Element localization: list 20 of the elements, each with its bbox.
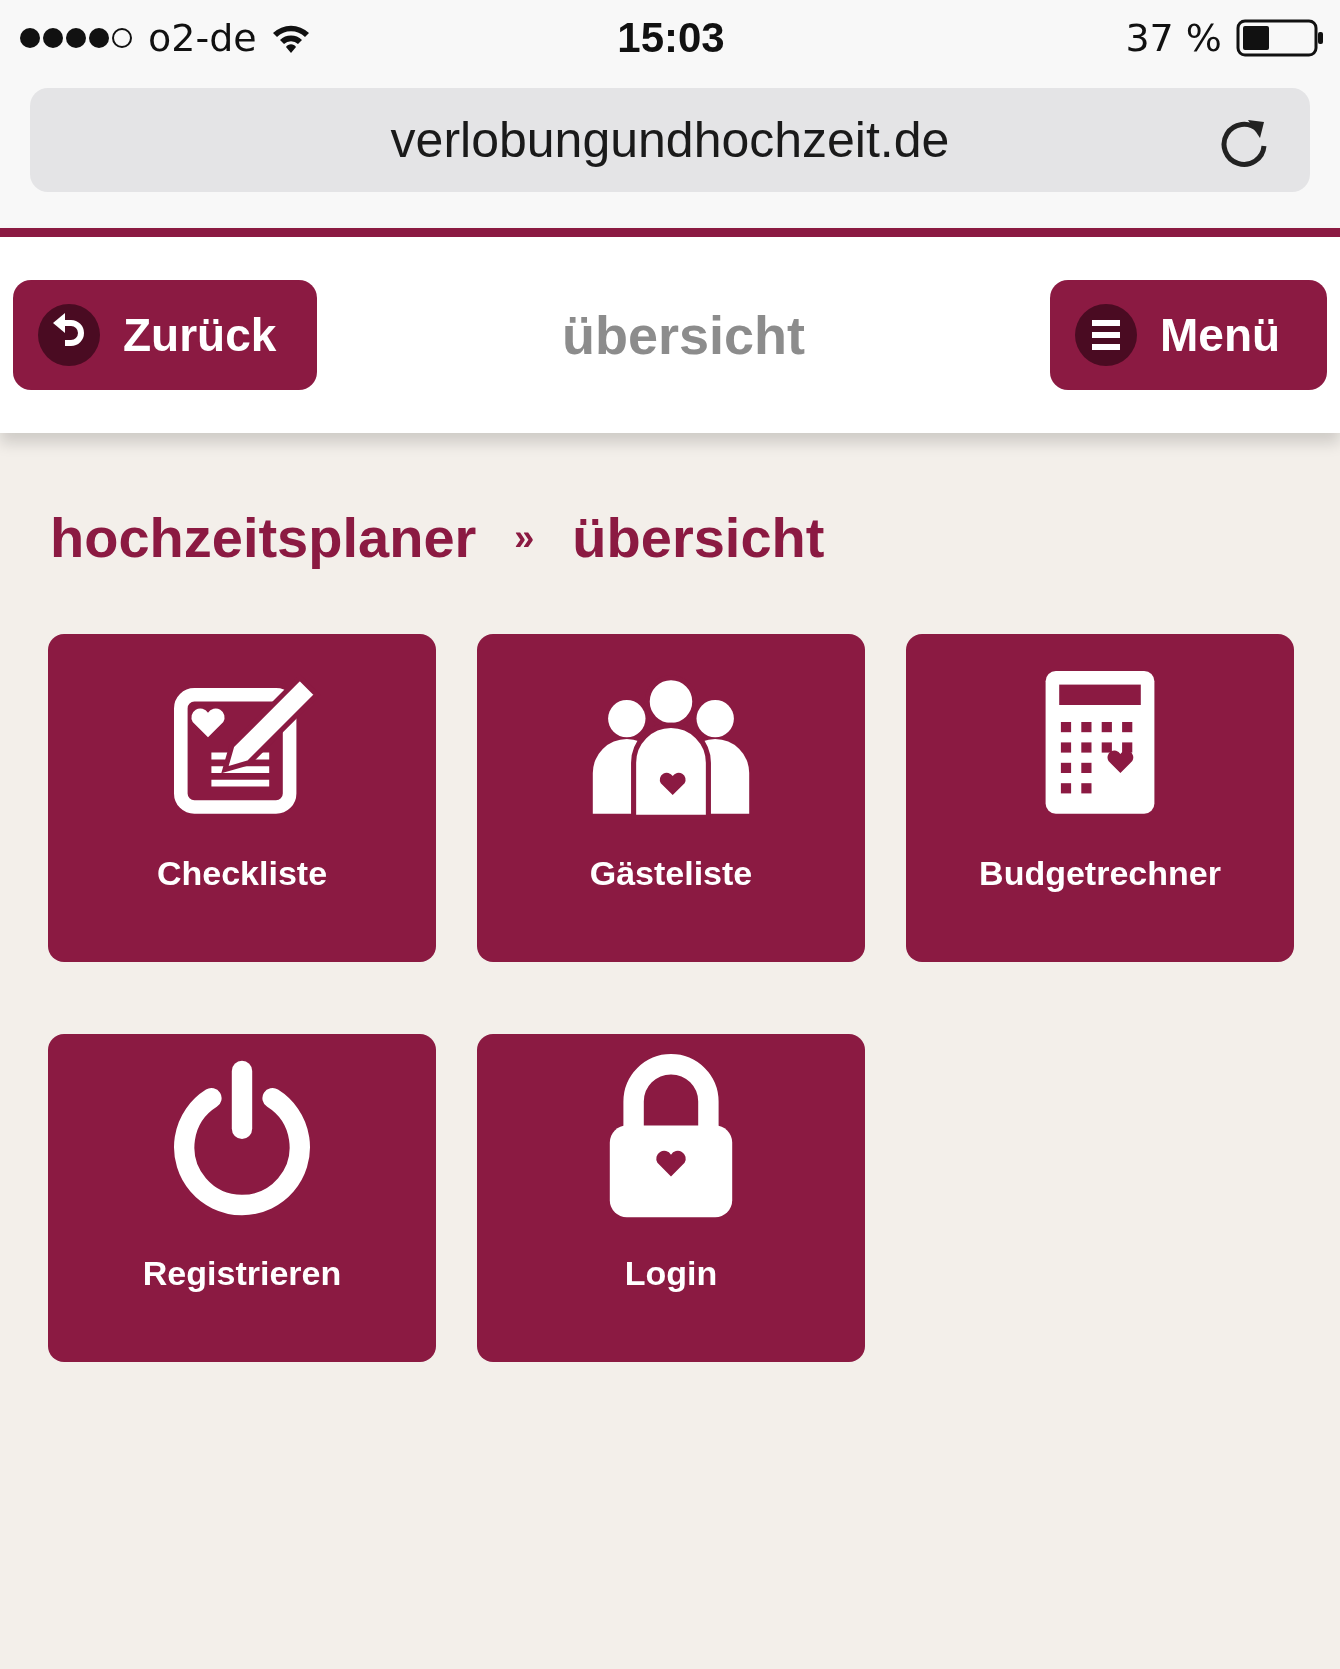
- battery-icon: [1236, 19, 1324, 57]
- tile-button[interactable]: Gästeliste: [477, 634, 865, 962]
- tile-button[interactable]: Registrieren: [48, 1034, 436, 1362]
- clock-time: 15:03: [617, 14, 725, 62]
- tile-button[interactable]: Budgetrechner: [906, 634, 1294, 962]
- breadcrumb-link[interactable]: hochzeitsplaner: [50, 505, 477, 570]
- address-bar[interactable]: verlobungundhochzeit.de: [30, 88, 1310, 192]
- breadcrumb-link[interactable]: übersicht: [572, 505, 825, 570]
- carrier-name: o2-de: [148, 16, 257, 60]
- signal-icon: [18, 26, 134, 50]
- battery-percent: 37 %: [1125, 16, 1222, 60]
- url-text: verlobungundhochzeit.de: [390, 111, 950, 169]
- undo-icon: [37, 303, 101, 367]
- tile-button[interactable]: Checkliste: [48, 634, 436, 962]
- back-button[interactable]: Zurück: [13, 280, 317, 390]
- breadcrumb-separator: »: [514, 516, 535, 559]
- page-title: übersicht: [561, 304, 806, 366]
- menu-icon: [1074, 303, 1138, 367]
- tile-button[interactable]: Login: [477, 1034, 865, 1362]
- menu-button[interactable]: Menü: [1050, 280, 1327, 390]
